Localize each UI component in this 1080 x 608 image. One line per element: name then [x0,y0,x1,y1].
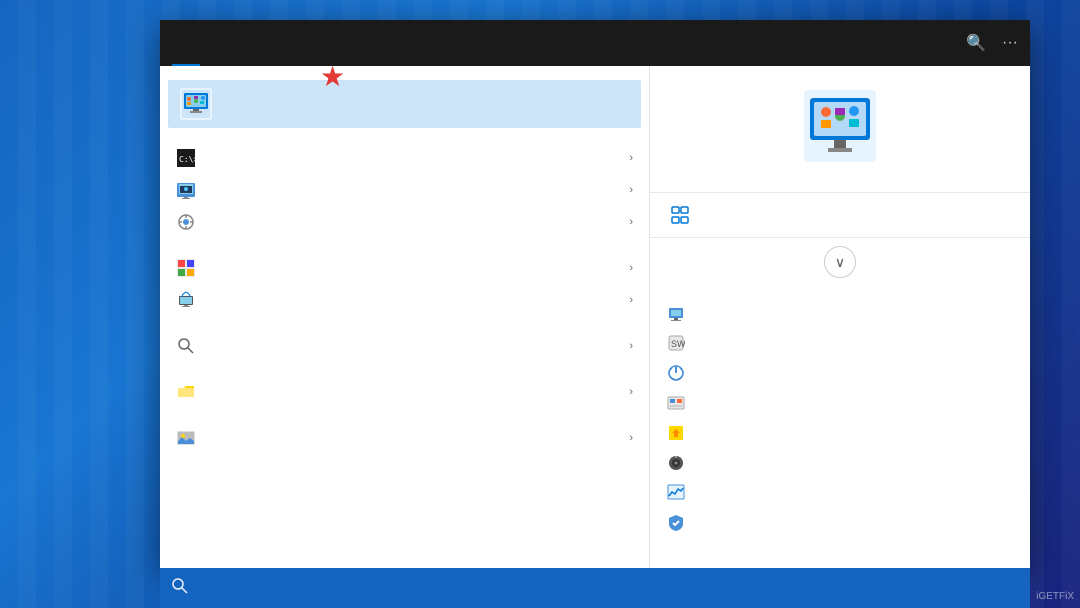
right-panel-cp-icon [804,90,876,162]
recent-reliability[interactable] [666,478,1014,508]
photo-icon [176,428,196,448]
recent-programs[interactable] [666,388,1014,418]
open-icon [670,205,690,225]
recent-uninstall[interactable]: SW [666,328,1014,358]
watermark: iGETFiX [1036,591,1074,602]
recent-section: SW [650,286,1030,542]
settings-header [160,238,649,252]
search-bar [160,568,1030,608]
cmd-icon: C:\> [176,148,196,168]
web-search-arrow: › [629,340,633,352]
list-item-rdp[interactable]: › [160,174,649,206]
right-panel-scroll: SW [650,286,1030,568]
list-item-contacts[interactable]: › [160,376,649,408]
tab-all[interactable] [172,20,200,66]
search-web-header [160,316,649,330]
reliability-icon [666,483,686,503]
best-match-header [160,66,649,80]
search-bar-icon [172,578,188,598]
tab-documents[interactable] [228,20,256,66]
security-icon [666,513,686,533]
list-item-color[interactable]: › [160,252,649,284]
recent-device-manager[interactable] [666,298,1014,328]
tab-more[interactable] [284,20,312,66]
rdp-icon [176,180,196,200]
list-item-wireless[interactable]: › [160,284,649,316]
best-match-item[interactable] [168,80,641,128]
apps-header [160,128,649,142]
rdp-arrow: › [629,184,633,196]
desktop: 🔍 ··· [0,0,1080,608]
recent-power[interactable] [666,358,1014,388]
comp-icon [176,212,196,232]
right-panel-top [650,66,1030,193]
more-nav-icon[interactable]: ··· [1002,34,1018,52]
search-nav-icon[interactable]: 🔍 [966,33,986,53]
photo-arrow: › [629,432,633,444]
programs-icon [666,393,686,413]
list-item-photos[interactable]: › [160,422,649,454]
device-manager-icon [666,303,686,323]
recent-security[interactable] [666,508,1014,538]
cmd-arrow: › [629,152,633,164]
folders-header [160,362,649,376]
recent-sound[interactable] [666,448,1014,478]
tab-apps[interactable] [200,20,228,66]
comp-arrow: › [629,216,633,228]
sound-icon [666,453,686,473]
color-arrow: › [629,262,633,274]
contacts-arrow: › [629,386,633,398]
main-content: C:\> › [160,66,1030,568]
recent-admin[interactable] [666,418,1014,448]
nav-bar: 🔍 ··· [160,20,1030,66]
svg-text:SW: SW [671,339,685,349]
admin-icon [666,423,686,443]
expand-button[interactable]: ∨ [650,238,1030,286]
svg-text:C:\>: C:\> [179,155,195,164]
color-icon [176,258,196,278]
photos-header [160,408,649,422]
wireless-arrow: › [629,294,633,306]
tab-web[interactable] [256,20,284,66]
contacts-icon [176,382,196,402]
start-menu: 🔍 ··· [160,20,1030,568]
left-panel: C:\> › [160,66,650,568]
open-action[interactable] [650,193,1030,238]
uninstall-icon: SW [666,333,686,353]
expand-circle-icon: ∨ [824,246,856,278]
list-item-comp[interactable]: › [160,206,649,238]
wireless-icon [176,290,196,310]
power-icon [666,363,686,383]
control-panel-icon [180,88,212,120]
nav-icons: 🔍 ··· [966,33,1018,53]
list-item-web-search[interactable]: › [160,330,649,362]
right-panel: ∨ [650,66,1030,568]
web-search-icon [176,336,196,356]
list-item-cmd[interactable]: C:\> › [160,142,649,174]
nav-tabs [172,20,966,66]
